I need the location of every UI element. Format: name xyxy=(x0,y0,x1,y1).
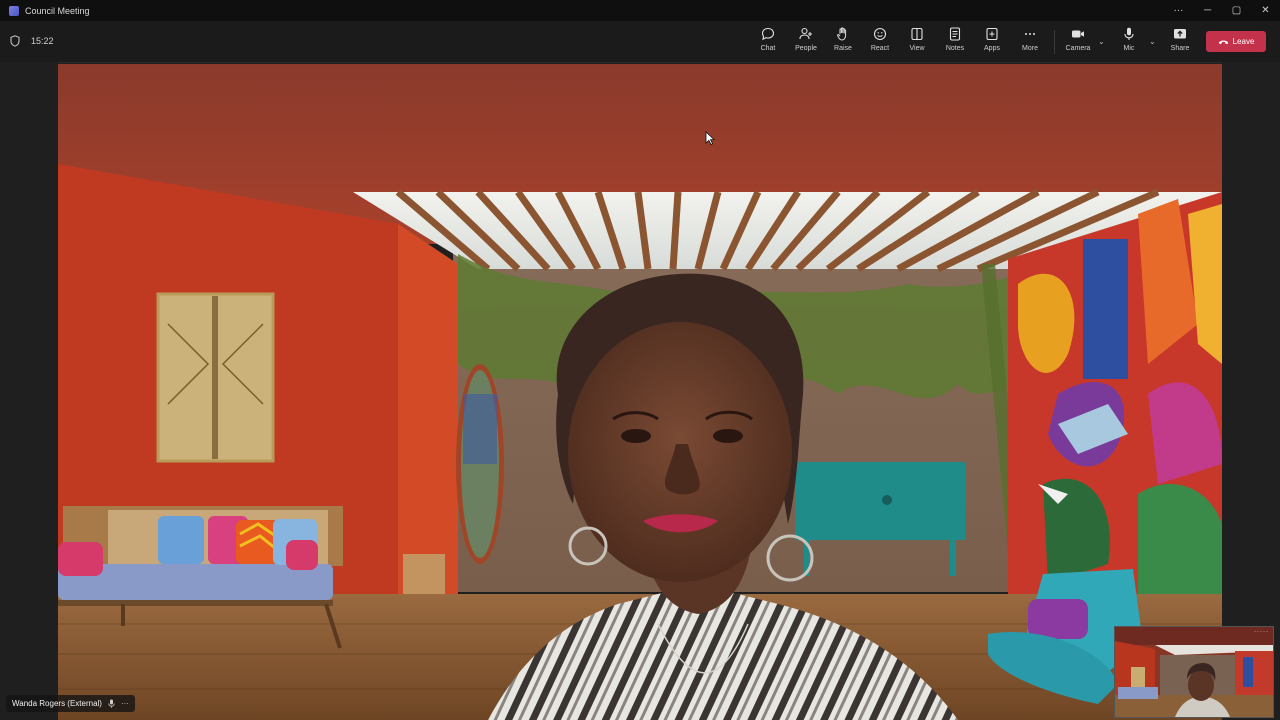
notes-button[interactable]: Notes xyxy=(938,26,972,58)
more-button[interactable]: More xyxy=(1013,26,1047,58)
window-controls: ··· ─ ▢ ✕ xyxy=(1164,0,1280,21)
mouse-cursor-icon xyxy=(705,131,715,145)
self-view-menu-icon[interactable]: ····· xyxy=(1254,629,1269,635)
people-icon xyxy=(799,27,812,40)
share-button[interactable]: Share xyxy=(1163,26,1197,58)
raise-hand-button[interactable]: Raise xyxy=(826,26,860,58)
participant-video[interactable] xyxy=(58,64,1222,720)
mic-icon xyxy=(108,699,115,708)
self-view-video[interactable]: ····· xyxy=(1114,626,1274,718)
chat-button[interactable]: Chat xyxy=(751,26,785,58)
mic-button[interactable]: Mic xyxy=(1112,26,1146,58)
more-icon xyxy=(1025,33,1035,35)
camera-options-chevron-icon[interactable]: ⌄ xyxy=(1098,37,1105,46)
camera-button[interactable]: Camera xyxy=(1061,26,1095,58)
leave-label: Leave xyxy=(1232,37,1255,46)
mic-options-chevron-icon[interactable]: ⌄ xyxy=(1149,37,1156,46)
apps-button[interactable]: Apps xyxy=(975,26,1009,58)
chat-label: Chat xyxy=(760,45,776,52)
window-more-button[interactable]: ··· xyxy=(1164,0,1193,21)
stage-margin-left xyxy=(0,62,58,720)
stage-margin-right xyxy=(1222,62,1280,720)
notes-icon xyxy=(949,27,961,41)
share-icon xyxy=(1174,29,1186,39)
video-frame xyxy=(58,64,1222,720)
view-label: View xyxy=(909,45,925,52)
people-button[interactable]: People xyxy=(789,26,823,58)
meeting-timer: 15:22 xyxy=(31,36,54,46)
self-view-frame xyxy=(1115,627,1273,717)
notes-label: Notes xyxy=(945,45,965,52)
meeting-toolbar: 15:22 Chat People Raise React View Notes… xyxy=(0,21,1280,63)
raise-hand-icon xyxy=(837,27,847,41)
hang-up-icon xyxy=(1218,39,1228,44)
minimize-button[interactable]: ─ xyxy=(1193,0,1222,21)
window-title: Council Meeting xyxy=(25,5,90,16)
view-button[interactable]: View xyxy=(900,26,934,58)
people-label: People xyxy=(795,45,817,52)
title-bar: Council Meeting ··· ─ ▢ ✕ xyxy=(0,0,1280,21)
apps-icon xyxy=(986,27,998,41)
close-button[interactable]: ✕ xyxy=(1251,0,1280,21)
participant-name: Wanda Rogers (External) xyxy=(12,699,102,708)
react-button[interactable]: React xyxy=(863,26,897,58)
teams-logo-icon xyxy=(9,5,19,16)
camera-label: Camera xyxy=(1065,45,1091,52)
maximize-button[interactable]: ▢ xyxy=(1222,0,1251,21)
participant-more-icon[interactable]: ··· xyxy=(121,699,129,708)
raise-label: Raise xyxy=(834,45,852,52)
chat-icon xyxy=(761,27,775,41)
shield-icon xyxy=(10,35,20,47)
view-icon xyxy=(911,27,923,41)
apps-label: Apps xyxy=(984,45,1000,52)
camera-icon xyxy=(1072,30,1084,38)
react-icon xyxy=(873,27,887,41)
leave-button[interactable]: Leave xyxy=(1206,31,1266,52)
more-label: More xyxy=(1022,45,1038,52)
mic-icon xyxy=(1124,27,1134,40)
react-label: React xyxy=(870,45,890,52)
share-label: Share xyxy=(1170,45,1190,52)
toolbar-divider xyxy=(1054,30,1055,54)
participant-name-tag: Wanda Rogers (External) ··· xyxy=(6,695,135,712)
mic-label: Mic xyxy=(1123,45,1135,52)
